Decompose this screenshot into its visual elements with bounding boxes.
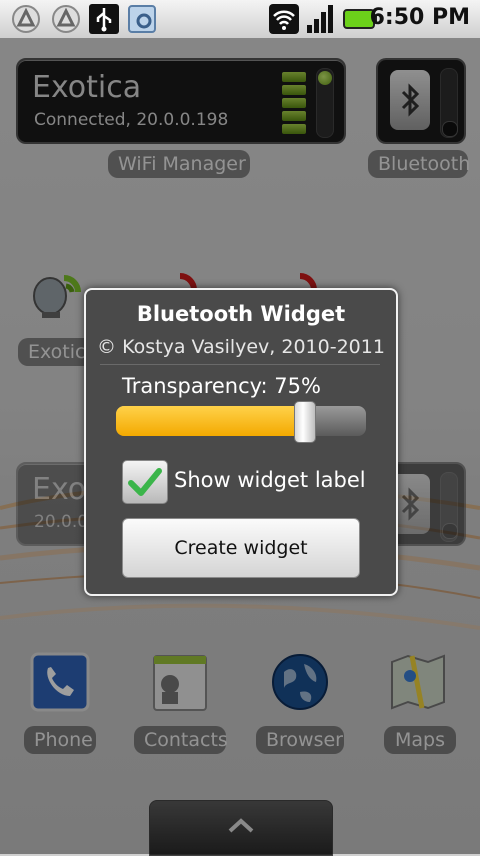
bluetooth-widget-config-dialog: Bluetooth Widget © Kostya Vasilyev, 2010… xyxy=(84,288,398,596)
app-notification-icon xyxy=(12,5,40,33)
app-notification-icon xyxy=(52,5,80,33)
transparency-label: Transparency: 75% xyxy=(122,374,321,398)
show-label-checkbox[interactable] xyxy=(122,460,168,504)
settings-notification-icon xyxy=(128,5,156,33)
checkmark-icon xyxy=(128,468,162,496)
show-label-text: Show widget label xyxy=(174,468,366,492)
create-widget-button[interactable]: Create widget xyxy=(122,518,360,578)
transparency-slider-thumb[interactable] xyxy=(293,401,316,443)
wifi-icon xyxy=(269,4,299,34)
signal-icon xyxy=(307,5,333,33)
transparency-slider-fill xyxy=(116,406,304,436)
dialog-title: Bluetooth Widget xyxy=(136,302,346,326)
dialog-divider xyxy=(100,364,380,365)
usb-icon xyxy=(89,4,119,34)
transparency-slider[interactable] xyxy=(116,401,366,443)
status-bar: 6:50 PM xyxy=(0,0,480,39)
clock: 6:50 PM xyxy=(369,5,470,30)
dialog-copyright: © Kostya Vasilyev, 2010-2011 xyxy=(97,336,385,358)
